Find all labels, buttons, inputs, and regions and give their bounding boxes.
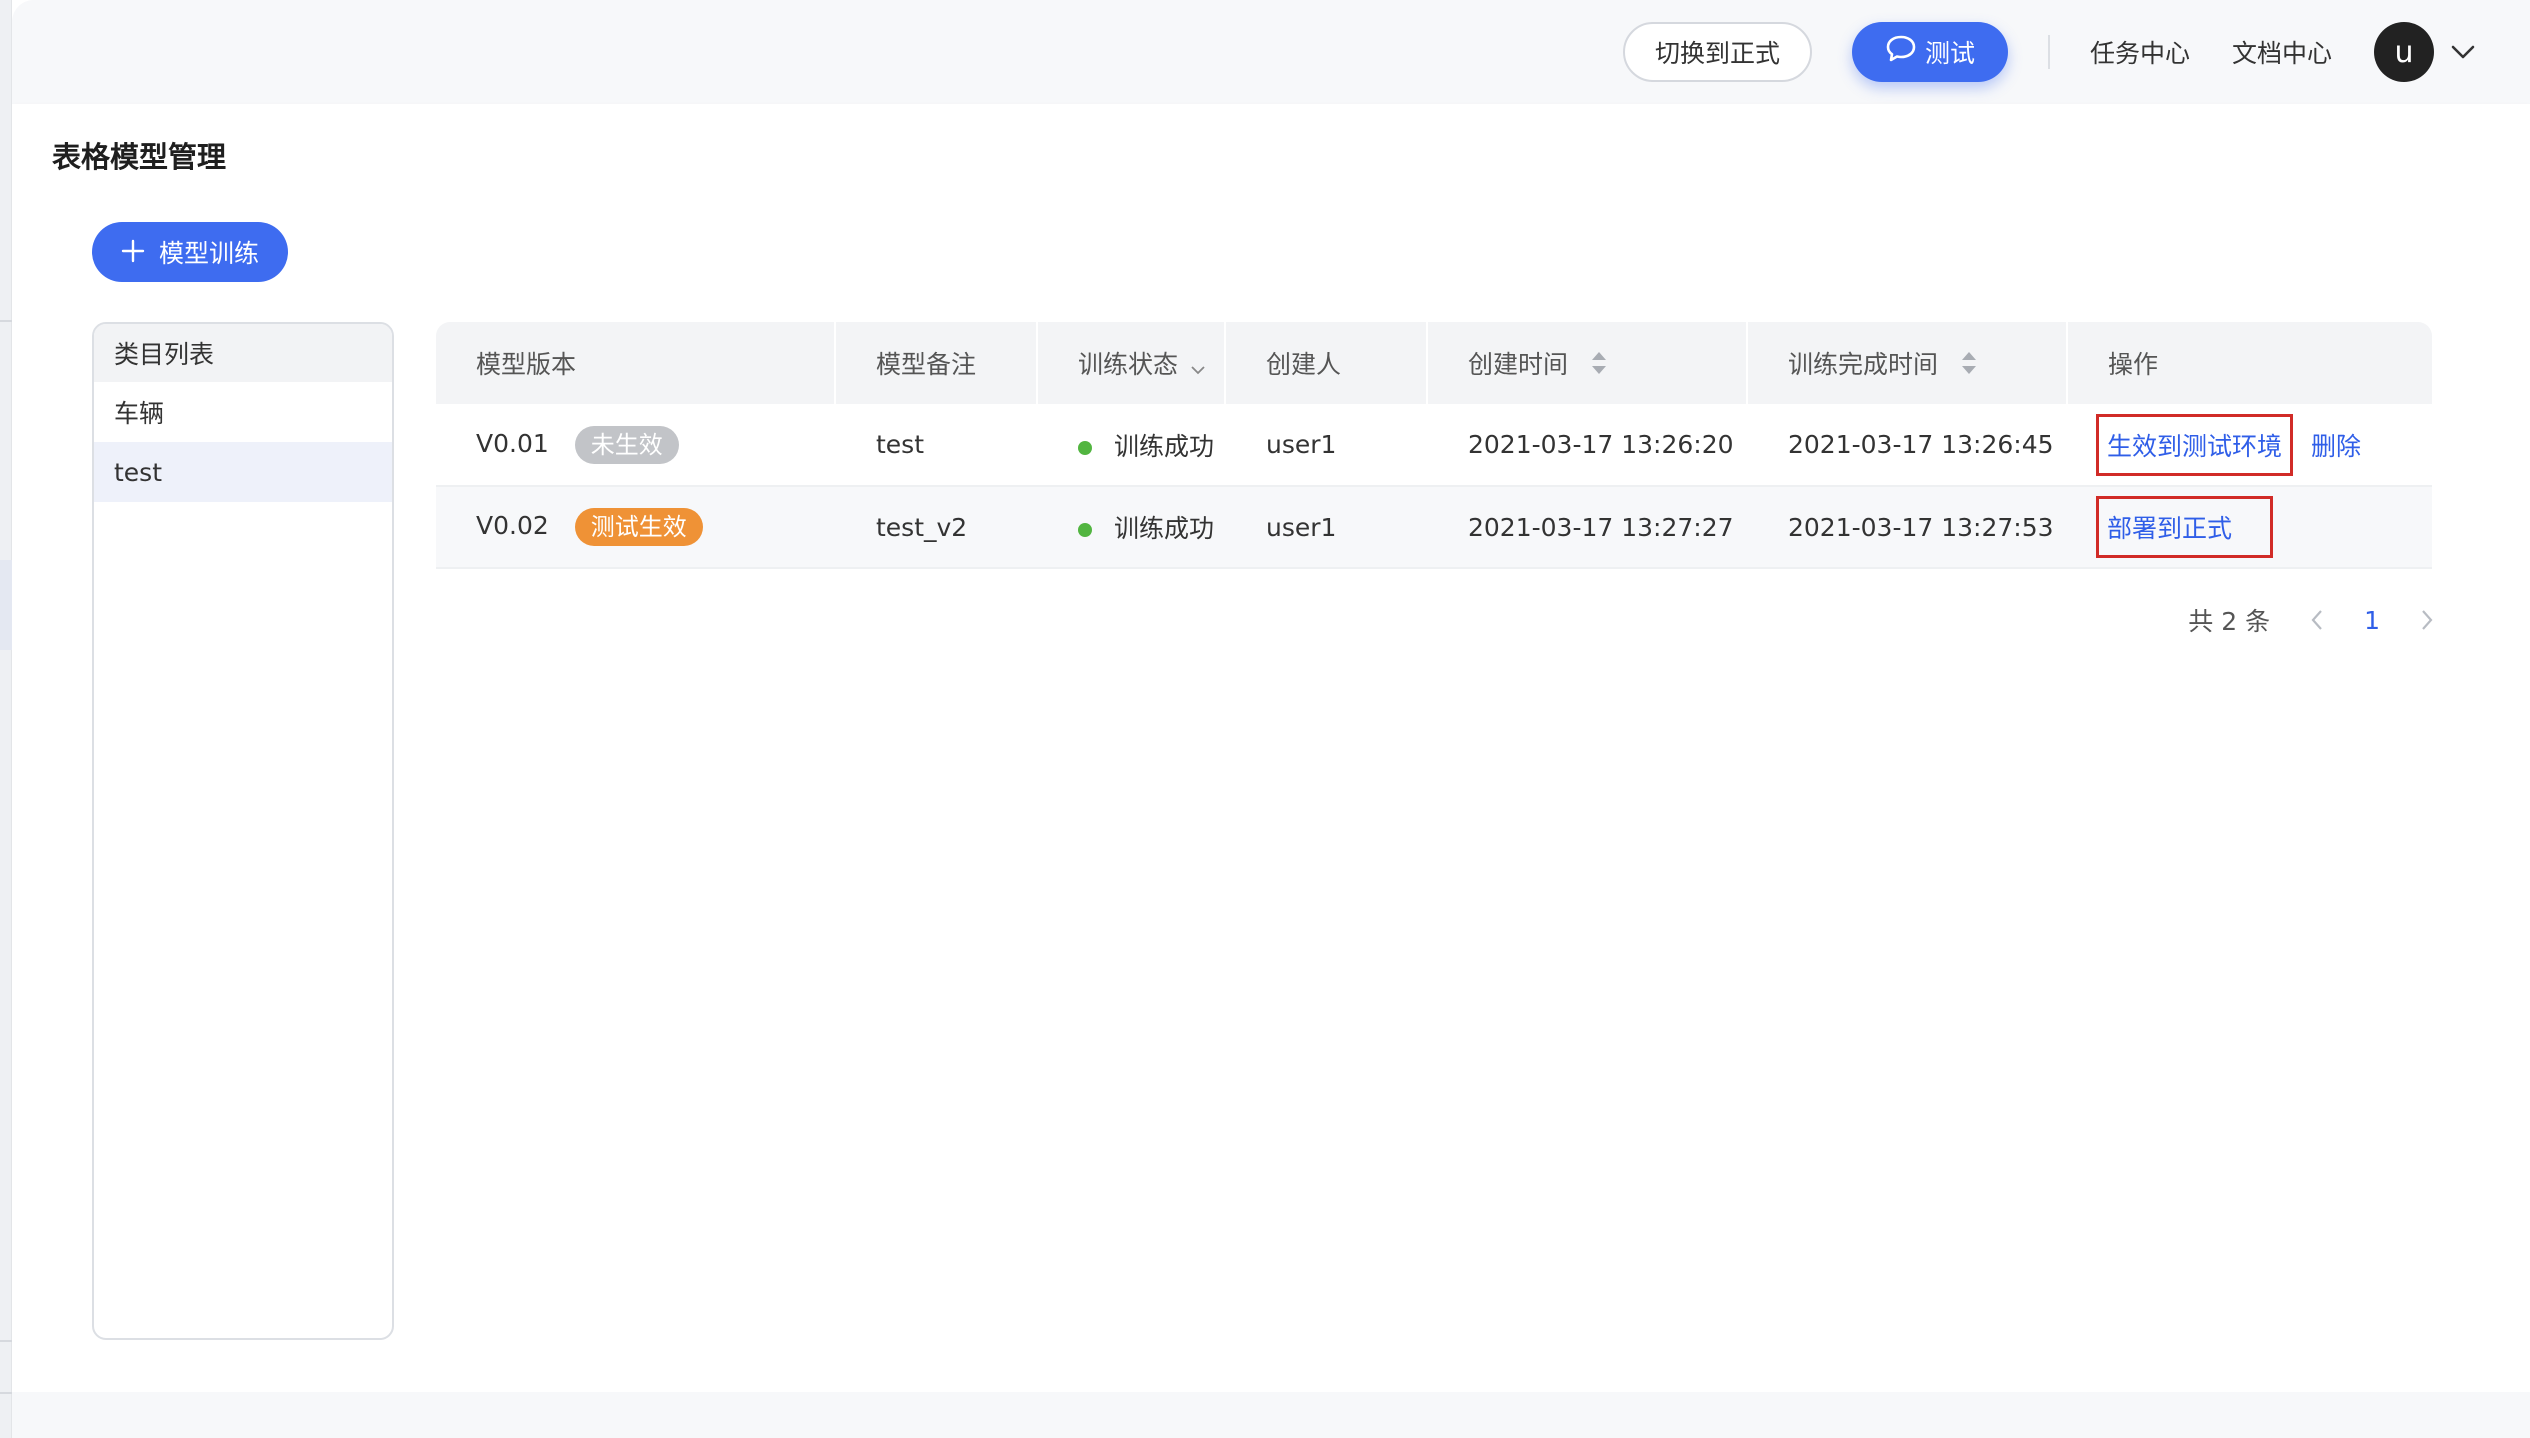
prev-page-icon[interactable] — [2310, 609, 2324, 631]
success-dot-icon — [1078, 523, 1092, 537]
column-header-version: 模型版本 — [436, 322, 836, 404]
category-panel: 类目列表 车辆 test — [92, 322, 394, 1340]
cell-created-at: 2021-03-17 13:27:27 — [1428, 486, 1748, 569]
cell-remark: test_v2 — [836, 486, 1038, 569]
switch-to-production-button[interactable]: 切换到正式 — [1622, 22, 1812, 82]
status-badge: 测试生效 — [574, 508, 703, 546]
cell-creator: user1 — [1226, 404, 1428, 487]
cell-version: V0.02 测试生效 — [436, 486, 836, 569]
model-table: 模型版本 模型备注 训练状态 创建人 创建时间 训练完成时间 操作 V0.01 … — [436, 322, 2432, 569]
doc-center-link[interactable]: 文档中心 — [2232, 34, 2332, 70]
status-badge: 未生效 — [574, 425, 679, 464]
column-header-label: 模型版本 — [476, 350, 577, 379]
category-item-label: 车辆 — [114, 399, 165, 428]
left-gutter — [0, 0, 12, 1438]
topbar-divider — [2047, 35, 2050, 69]
avatar-letter: u — [2394, 34, 2414, 70]
task-center-link[interactable]: 任务中心 — [2090, 34, 2190, 70]
gutter-block — [0, 560, 12, 650]
test-button-label: 测试 — [1924, 39, 1975, 68]
column-header-actions: 操作 — [2068, 322, 2432, 404]
column-header-finished-at[interactable]: 训练完成时间 — [1748, 322, 2068, 404]
table-row: V0.02 测试生效 test_v2 训练成功 user1 2021-03-17… — [436, 486, 2432, 569]
page-title: 表格模型管理 — [52, 140, 227, 174]
gutter-divider — [0, 1392, 12, 1394]
model-train-button[interactable]: 模型训练 — [92, 222, 288, 282]
chat-icon — [1885, 34, 1917, 70]
column-header-label: 模型备注 — [876, 350, 977, 379]
cell-finished-at: 2021-03-17 13:27:53 — [1748, 486, 2068, 569]
sort-icon[interactable] — [1960, 350, 1978, 382]
sort-icon[interactable] — [1590, 350, 1608, 382]
pagination: 共 2 条 1 — [2188, 602, 2434, 638]
column-header-label: 创建时间 — [1468, 349, 1569, 379]
column-header-created-at[interactable]: 创建时间 — [1428, 322, 1748, 404]
switch-button-label: 切换到正式 — [1654, 39, 1780, 68]
category-item-vehicle[interactable]: 车辆 — [94, 382, 392, 442]
bottom-bar — [12, 1392, 2530, 1438]
category-item-label: test — [114, 457, 163, 487]
category-item-test[interactable]: test — [94, 442, 392, 502]
chevron-down-icon[interactable] — [2448, 37, 2478, 67]
table-header-row: 模型版本 模型备注 训练状态 创建人 创建时间 训练完成时间 操作 — [436, 322, 2432, 404]
column-header-status[interactable]: 训练状态 — [1038, 322, 1226, 404]
column-header-label: 创建人 — [1266, 350, 1342, 379]
cell-version: V0.01 未生效 — [436, 404, 836, 487]
column-header-label: 训练状态 — [1078, 350, 1179, 379]
highlight-box: 生效到测试环境 — [2096, 413, 2294, 476]
app-window: 切换到正式 测试 任务中心 文档中心 u 表格模型管理 模型训练 类目列表 车辆… — [12, 0, 2530, 1438]
main-content: 模型训练 类目列表 车辆 test 模型版本 模型备注 训练状态 创建人 创建时… — [12, 202, 2530, 1392]
cell-finished-at: 2021-03-17 13:26:45 — [1748, 404, 2068, 487]
delete-link[interactable]: 删除 — [2311, 432, 2361, 461]
highlight-box: 部署到正式 — [2096, 496, 2274, 558]
column-header-creator: 创建人 — [1226, 322, 1428, 404]
cell-remark: test — [836, 404, 1038, 487]
category-list-header: 类目列表 — [94, 324, 392, 382]
next-page-icon[interactable] — [2420, 609, 2434, 631]
page-header: 表格模型管理 — [12, 104, 2530, 202]
status-text: 训练成功 — [1114, 514, 1215, 543]
gutter-divider — [0, 320, 12, 322]
status-text: 训练成功 — [1114, 431, 1215, 461]
cell-actions: 生效到测试环境 删除 — [2068, 404, 2432, 487]
avatar[interactable]: u — [2374, 22, 2434, 82]
top-bar: 切换到正式 测试 任务中心 文档中心 u — [12, 0, 2530, 104]
train-button-label: 模型训练 — [158, 239, 259, 268]
deploy-to-production-link[interactable]: 部署到正式 — [2107, 514, 2232, 543]
cell-actions: 部署到正式 — [2068, 486, 2432, 569]
table-row: V0.01 未生效 test 训练成功 user1 2021-03-17 13:… — [436, 404, 2432, 487]
column-header-label: 训练完成时间 — [1788, 349, 1939, 379]
gutter-divider — [0, 1340, 12, 1342]
version-text: V0.01 — [476, 428, 549, 458]
test-environment-button[interactable]: 测试 — [1851, 22, 2008, 82]
page-number[interactable]: 1 — [2364, 606, 2380, 635]
deploy-to-test-link[interactable]: 生效到测试环境 — [2107, 432, 2282, 461]
column-header-remark: 模型备注 — [836, 322, 1038, 404]
cell-status: 训练成功 — [1038, 486, 1226, 569]
pagination-total: 共 2 条 — [2188, 607, 2271, 636]
version-text: V0.02 — [476, 511, 549, 540]
plus-icon — [121, 236, 145, 268]
cell-created-at: 2021-03-17 13:26:20 — [1428, 404, 1748, 487]
filter-chevron-icon[interactable] — [1190, 352, 1206, 381]
column-header-label: 操作 — [2108, 350, 2159, 379]
success-dot-icon — [1078, 440, 1092, 455]
cell-status: 训练成功 — [1038, 404, 1226, 487]
cell-creator: user1 — [1226, 486, 1428, 569]
